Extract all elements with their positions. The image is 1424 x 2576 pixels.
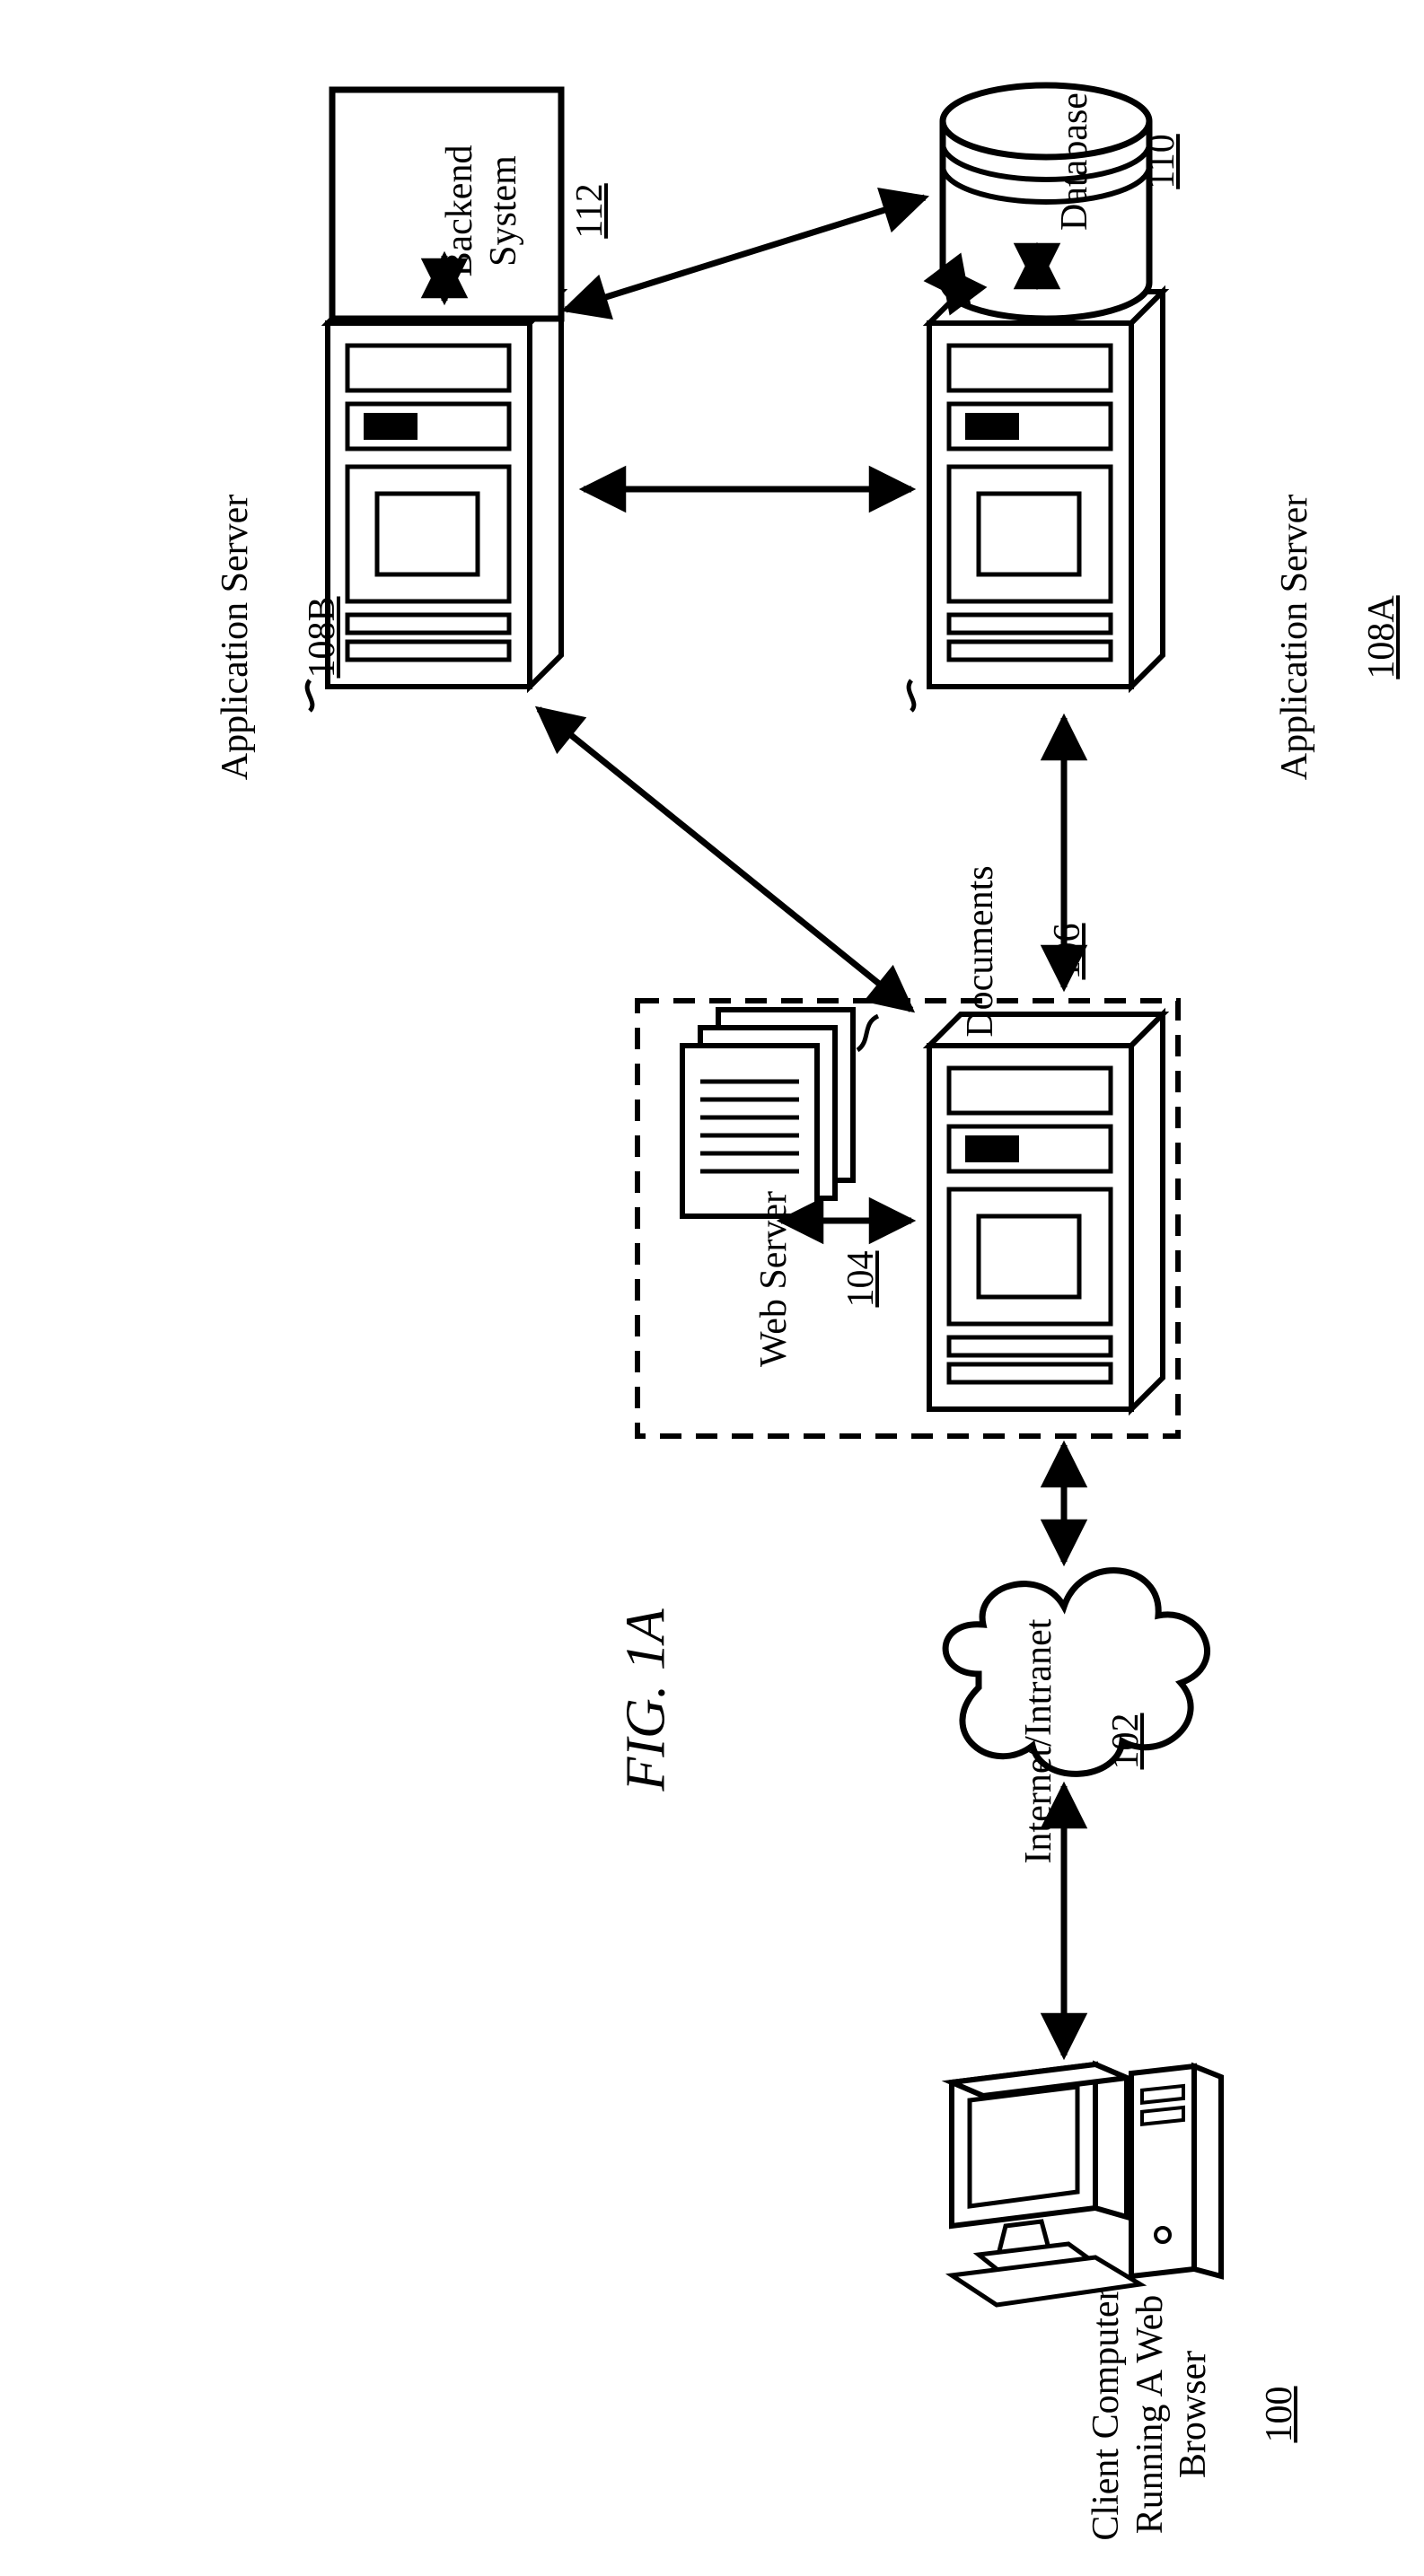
- database-ref: 110: [1141, 134, 1182, 188]
- appserver-b-label: Application Server 108B: [171, 467, 260, 808]
- documents-label: Documents 106: [916, 835, 1006, 1068]
- diagram-page: Client Computer Running A Web Browser 10…: [0, 0, 1424, 2425]
- client-label: Client Computer Running A Web Browser 10…: [1042, 2253, 1185, 2576]
- appserver-a-label-text: Application Server: [1274, 495, 1315, 780]
- cloud-label: Internet/Intranet 102: [974, 1589, 1064, 1894]
- database-label-text: Database: [1054, 92, 1095, 231]
- webserver-ref: 104: [840, 1251, 882, 1308]
- appserver-a-ref: 108A: [1361, 595, 1402, 679]
- backend-label-text: Backend System: [439, 145, 523, 277]
- figure-label-text: FIG. 1A: [616, 1608, 677, 1791]
- webserver-label-text: Web Server: [753, 1191, 795, 1367]
- backend-label: Backend System 112: [395, 108, 512, 314]
- cloud-label-text: Internet/Intranet: [1018, 1619, 1059, 1864]
- documents-ref: 106: [1047, 924, 1088, 980]
- appserver-a-label: Application Server 108A: [1230, 467, 1320, 808]
- client-ref: 100: [1259, 2387, 1300, 2443]
- figure-label: FIG. 1A: [615, 1558, 679, 1792]
- backend-ref: 112: [569, 183, 611, 238]
- appserver-b-label-text: Application Server: [215, 495, 256, 780]
- edge-appB-database: [566, 197, 925, 310]
- cloud-ref: 102: [1105, 1713, 1147, 1770]
- appserver-b-ref: 108B: [302, 597, 343, 679]
- database-label: Database 110: [1010, 58, 1100, 265]
- webserver-label: Web Server 104: [709, 1162, 799, 1396]
- documents-label-text: Documents: [960, 865, 1001, 1037]
